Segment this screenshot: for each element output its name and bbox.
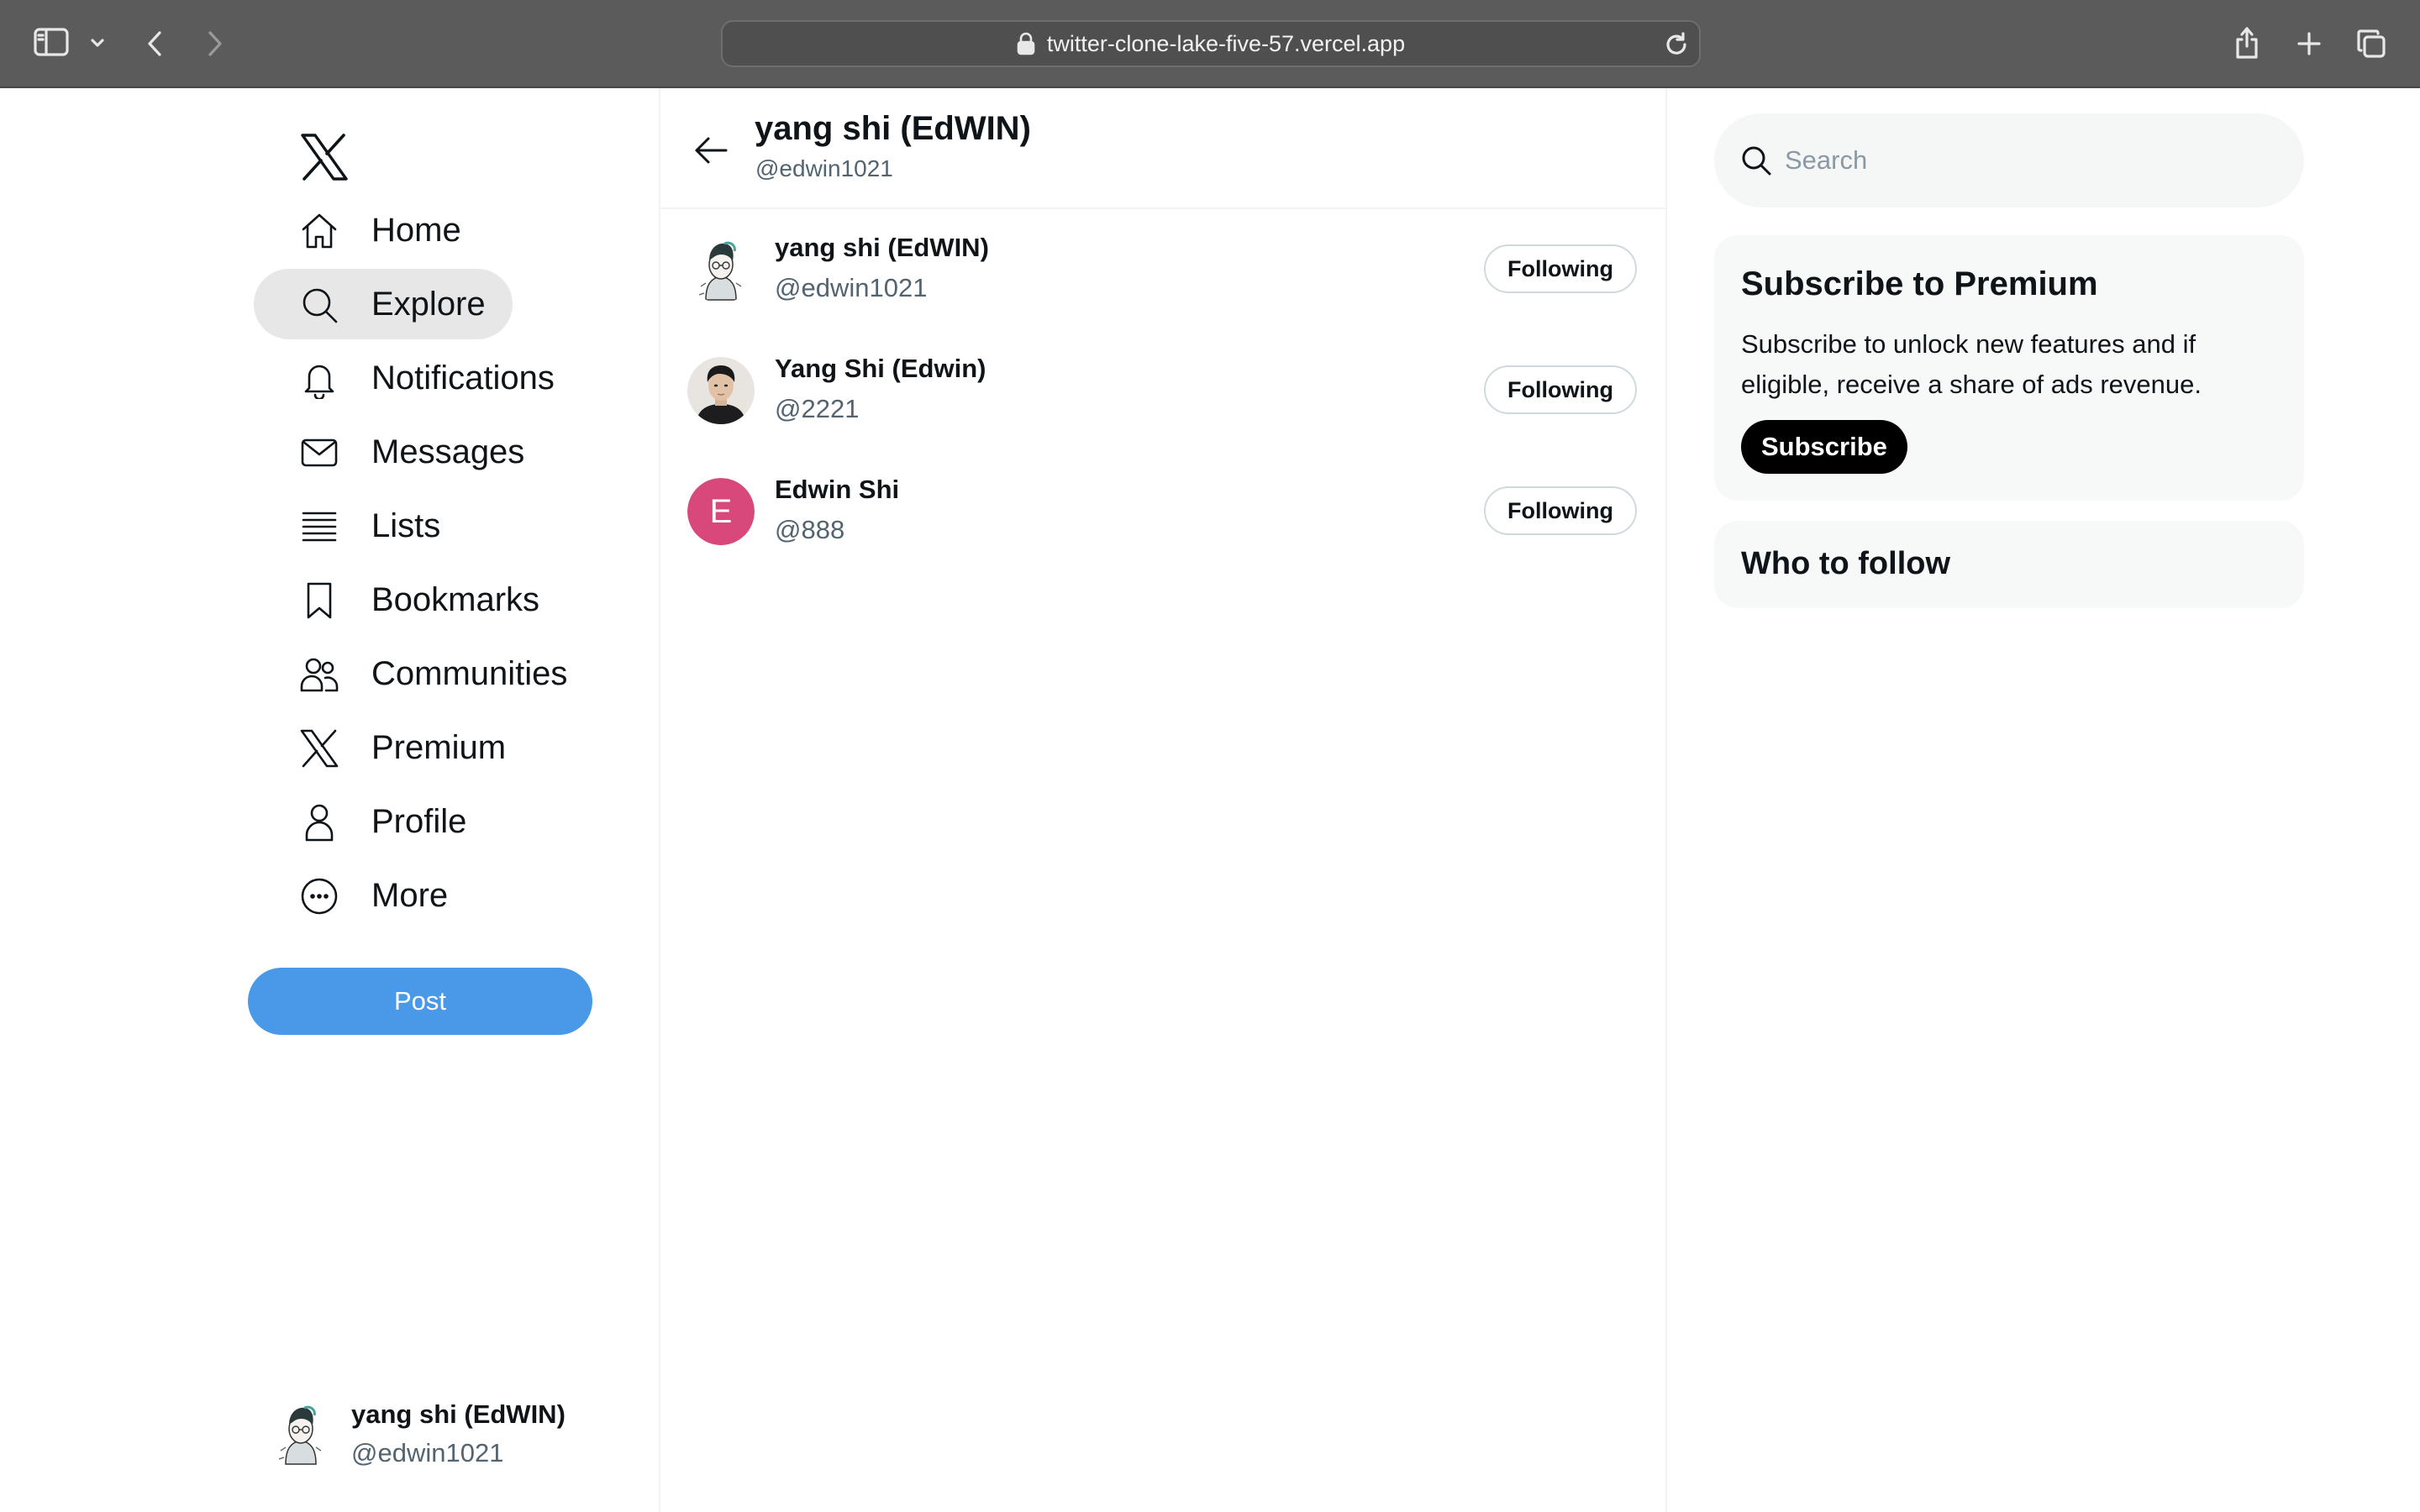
- nav-label: Explore: [371, 285, 486, 323]
- nav-home[interactable]: Home: [254, 195, 488, 265]
- forward-icon[interactable]: [200, 25, 230, 62]
- avatar[interactable]: [687, 236, 755, 303]
- list-item[interactable]: Yang Shi (Edwin) @2221 Following: [660, 330, 1665, 451]
- avatar: [267, 1400, 334, 1467]
- user-handle: @2221: [775, 394, 860, 423]
- nav-profile[interactable]: Profile: [254, 786, 493, 857]
- user-handle: @edwin1021: [775, 273, 928, 302]
- search-box[interactable]: [1714, 113, 2304, 207]
- main-column: yang shi (EdWIN) @edwin1021 yang shi (Ed…: [660, 88, 1667, 1512]
- chevron-down-icon[interactable]: [87, 30, 108, 55]
- user-handle: @888: [775, 515, 845, 544]
- premium-card: Subscribe to Premium Subscribe to unlock…: [1714, 235, 2304, 501]
- who-to-follow-card: Who to follow: [1714, 521, 2304, 608]
- nav-communities[interactable]: Communities: [254, 638, 594, 709]
- address-bar[interactable]: twitter-clone-lake-five-57.vercel.app: [721, 20, 1701, 67]
- browser-toolbar: twitter-clone-lake-five-57.vercel.app: [0, 0, 2420, 88]
- tabs-icon[interactable]: [2353, 25, 2390, 62]
- nav-label: Lists: [371, 507, 441, 544]
- nav-label: Communities: [371, 654, 568, 692]
- home-icon: [299, 211, 339, 251]
- person-icon: [299, 802, 339, 843]
- subscribe-button[interactable]: Subscribe: [1741, 420, 1907, 474]
- nav-premium[interactable]: Premium: [254, 712, 533, 783]
- account-switcher[interactable]: yang shi (EdWIN) @edwin1021: [267, 1397, 566, 1471]
- reload-icon[interactable]: [1664, 32, 1689, 57]
- nav-label: Home: [371, 211, 461, 249]
- page-subtitle: @edwin1021: [755, 155, 893, 181]
- following-button[interactable]: Following: [1484, 486, 1637, 535]
- who-to-follow-title: Who to follow: [1741, 546, 1951, 581]
- following-button[interactable]: Following: [1484, 244, 1637, 293]
- more-circle-icon: [299, 876, 339, 916]
- search-icon: [299, 285, 339, 325]
- search-icon: [1739, 144, 1773, 177]
- url-text: twitter-clone-lake-five-57.vercel.app: [1046, 30, 1406, 56]
- page-title: yang shi (EdWIN): [755, 110, 1031, 147]
- user-name: Yang Shi (Edwin): [775, 354, 986, 383]
- bell-icon: [299, 359, 339, 401]
- back-icon[interactable]: [139, 25, 170, 62]
- plus-icon[interactable]: [2291, 25, 2328, 62]
- avatar-letter: E: [687, 478, 755, 545]
- nav-explore[interactable]: Explore: [254, 269, 513, 339]
- lock-icon: [1017, 32, 1035, 55]
- nav-lists[interactable]: Lists: [254, 491, 467, 561]
- nav-label: Messages: [371, 433, 525, 470]
- following-button[interactable]: Following: [1484, 365, 1637, 414]
- nav-label: More: [371, 876, 449, 914]
- user-name: yang shi (EdWIN): [775, 233, 989, 262]
- account-name: yang shi (EdWIN): [351, 1399, 566, 1429]
- nav-label: Bookmarks: [371, 580, 540, 618]
- list-item[interactable]: yang shi (EdWIN) @edwin1021 Following: [660, 209, 1665, 330]
- share-icon[interactable]: [2228, 22, 2265, 64]
- sidebar-icon[interactable]: [32, 25, 71, 59]
- post-button[interactable]: Post: [248, 968, 592, 1035]
- nav-label: Notifications: [371, 359, 555, 396]
- left-nav: Home Explore Notifications Messages List…: [0, 88, 660, 1512]
- premium-title: Subscribe to Premium: [1741, 265, 2098, 302]
- arrow-left-icon: [695, 137, 728, 164]
- list-item[interactable]: E Edwin Shi @888 Following: [660, 451, 1665, 572]
- bookmark-icon: [299, 580, 339, 621]
- nav-notifications[interactable]: Notifications: [254, 343, 581, 413]
- x-logo-icon: [299, 728, 339, 769]
- x-logo-icon[interactable]: [299, 132, 350, 182]
- account-handle: @edwin1021: [351, 1438, 504, 1467]
- nav-label: Premium: [371, 728, 507, 766]
- nav-messages[interactable]: Messages: [254, 417, 551, 487]
- page-header: yang shi (EdWIN) @edwin1021: [660, 88, 1665, 209]
- nav-bookmarks[interactable]: Bookmarks: [254, 564, 566, 635]
- back-button[interactable]: [686, 125, 736, 176]
- nav-label: Profile: [371, 802, 467, 840]
- avatar[interactable]: [687, 357, 755, 424]
- list-icon: [299, 507, 339, 547]
- mail-icon: [299, 433, 339, 473]
- search-input[interactable]: [1785, 135, 2272, 186]
- avatar[interactable]: E: [687, 478, 755, 545]
- premium-description: Subscribe to unlock new features and if …: [1741, 329, 2202, 399]
- nav-more[interactable]: More: [254, 860, 475, 931]
- people-icon: [299, 654, 339, 695]
- user-name: Edwin Shi: [775, 475, 900, 504]
